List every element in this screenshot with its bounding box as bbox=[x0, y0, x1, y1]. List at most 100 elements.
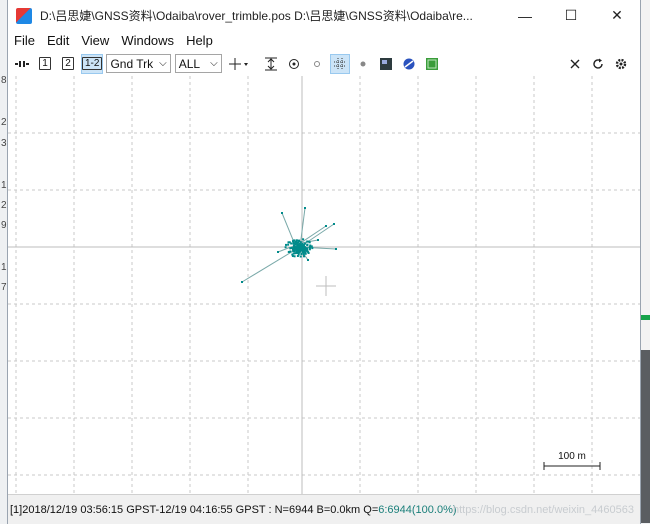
map-image-icon[interactable] bbox=[376, 54, 396, 74]
close-button[interactable]: ✕ bbox=[594, 0, 640, 31]
solution-filter-value: ALL bbox=[179, 57, 200, 71]
background-fragment: 1 bbox=[1, 262, 7, 273]
window-title: D:\吕思婕\GNSS资料\Odaiba\rover_trimble.pos D… bbox=[40, 7, 510, 24]
reload-icon[interactable] bbox=[588, 54, 608, 74]
plot-axes bbox=[8, 76, 640, 494]
track-segment bbox=[242, 250, 295, 282]
title-bar[interactable]: D:\吕思婕\GNSS资料\Odaiba\rover_trimble.pos D… bbox=[8, 0, 640, 31]
toolbar: 1 2 1-2 Gnd Trk ⌵ ALL ⌵ bbox=[8, 52, 640, 75]
cursor-crosshair bbox=[316, 276, 336, 296]
track-point bbox=[293, 250, 295, 252]
track-point bbox=[307, 251, 309, 253]
background-fragment: 2 bbox=[1, 117, 7, 128]
track-point bbox=[335, 248, 337, 250]
track-point bbox=[298, 240, 300, 242]
track-point bbox=[287, 244, 289, 246]
background-fragment: 7 bbox=[1, 282, 7, 293]
track-point bbox=[309, 241, 311, 243]
solution-filter-select[interactable]: ALL ⌵ bbox=[175, 54, 222, 73]
track-point bbox=[325, 225, 327, 227]
background-fragment: 8 bbox=[1, 75, 7, 86]
connect-icon[interactable] bbox=[12, 54, 32, 74]
track-point bbox=[309, 245, 311, 247]
background-fragment: 9 bbox=[1, 220, 7, 231]
track-point bbox=[290, 243, 292, 245]
track-point bbox=[303, 246, 305, 248]
menu-help[interactable]: Help bbox=[180, 31, 219, 51]
solution-1-2-button[interactable]: 1-2 bbox=[81, 54, 103, 74]
solution-1-button[interactable]: 1 bbox=[35, 54, 55, 74]
track-point bbox=[277, 251, 279, 253]
status-bar: [1]2018/12/19 03:56:15 GPST-12/19 04:16:… bbox=[8, 494, 640, 524]
dot-icon[interactable] bbox=[353, 54, 373, 74]
track-point bbox=[300, 253, 302, 255]
menu-view[interactable]: View bbox=[75, 31, 115, 51]
status-text: [1]2018/12/19 03:56:15 GPST-12/19 04:16:… bbox=[8, 504, 378, 516]
menu-windows[interactable]: Windows bbox=[115, 31, 180, 51]
track-point bbox=[309, 246, 311, 248]
track-point bbox=[300, 244, 302, 246]
track-point bbox=[311, 247, 313, 249]
track-point bbox=[295, 242, 297, 244]
plot-canvas[interactable]: 100 m bbox=[8, 76, 640, 494]
track-point bbox=[304, 207, 306, 209]
background-window-right bbox=[640, 0, 650, 523]
ground-track-plot[interactable]: 100 m bbox=[8, 76, 640, 494]
track-point bbox=[305, 252, 307, 254]
solution-2-button[interactable]: 2 bbox=[58, 54, 78, 74]
window-controls: — ☐ ✕ bbox=[502, 0, 640, 31]
scale-label: 100 m bbox=[558, 451, 586, 462]
track-point bbox=[288, 251, 290, 253]
fit-vertical-icon[interactable] bbox=[261, 54, 281, 74]
track-point bbox=[296, 251, 298, 253]
quality-value: 6:6944(100.0%) bbox=[378, 504, 456, 516]
track-point bbox=[297, 248, 299, 250]
track-point bbox=[304, 243, 306, 245]
track-point bbox=[303, 253, 305, 255]
menu-edit[interactable]: Edit bbox=[41, 31, 75, 51]
chevron-down-icon: ⌵ bbox=[210, 58, 218, 69]
grid-toggle-icon[interactable] bbox=[330, 54, 350, 74]
track-point bbox=[300, 256, 302, 258]
background-fragment: 2 bbox=[1, 200, 7, 211]
track-point bbox=[306, 248, 308, 250]
background-fragment: 3 bbox=[1, 138, 7, 149]
background-green-strip bbox=[640, 315, 650, 320]
track-point bbox=[294, 255, 296, 257]
menu-file[interactable]: File bbox=[8, 31, 41, 51]
globe-icon[interactable] bbox=[399, 54, 419, 74]
background-fragment: 1 bbox=[1, 180, 7, 191]
track-point bbox=[281, 212, 283, 214]
track-point bbox=[300, 246, 302, 248]
track-points bbox=[241, 207, 337, 283]
chevron-down-icon: ⌵ bbox=[159, 58, 167, 69]
watermark: https://blog.csdn.net/weixin_4460563 bbox=[453, 504, 634, 516]
crosshair-menu-icon[interactable] bbox=[226, 54, 252, 74]
track-point bbox=[289, 247, 291, 249]
menu-bar: File Edit View Windows Help bbox=[8, 31, 640, 51]
track-point bbox=[307, 259, 309, 261]
plot-type-value: Gnd Trk bbox=[110, 57, 153, 71]
track-point bbox=[241, 281, 243, 283]
minimize-button[interactable]: — bbox=[502, 0, 548, 31]
track-point bbox=[306, 244, 308, 246]
track-point bbox=[302, 238, 304, 240]
track-point bbox=[293, 243, 295, 245]
track-point bbox=[317, 239, 319, 241]
center-origin-icon[interactable] bbox=[284, 54, 304, 74]
track-point bbox=[303, 250, 305, 252]
track-point bbox=[298, 254, 300, 256]
show-point-icon[interactable] bbox=[307, 54, 327, 74]
track-point bbox=[285, 244, 287, 246]
gear-icon[interactable] bbox=[611, 54, 631, 74]
track-point bbox=[293, 253, 295, 255]
track-point bbox=[297, 245, 299, 247]
app-icon bbox=[16, 8, 32, 24]
track-point bbox=[303, 255, 305, 257]
track-point bbox=[285, 246, 287, 248]
sky-image-icon[interactable] bbox=[422, 54, 442, 74]
clear-icon[interactable] bbox=[565, 54, 585, 74]
maximize-button[interactable]: ☐ bbox=[548, 0, 594, 31]
background-dark-area bbox=[640, 350, 650, 523]
plot-type-select[interactable]: Gnd Trk ⌵ bbox=[106, 54, 170, 73]
